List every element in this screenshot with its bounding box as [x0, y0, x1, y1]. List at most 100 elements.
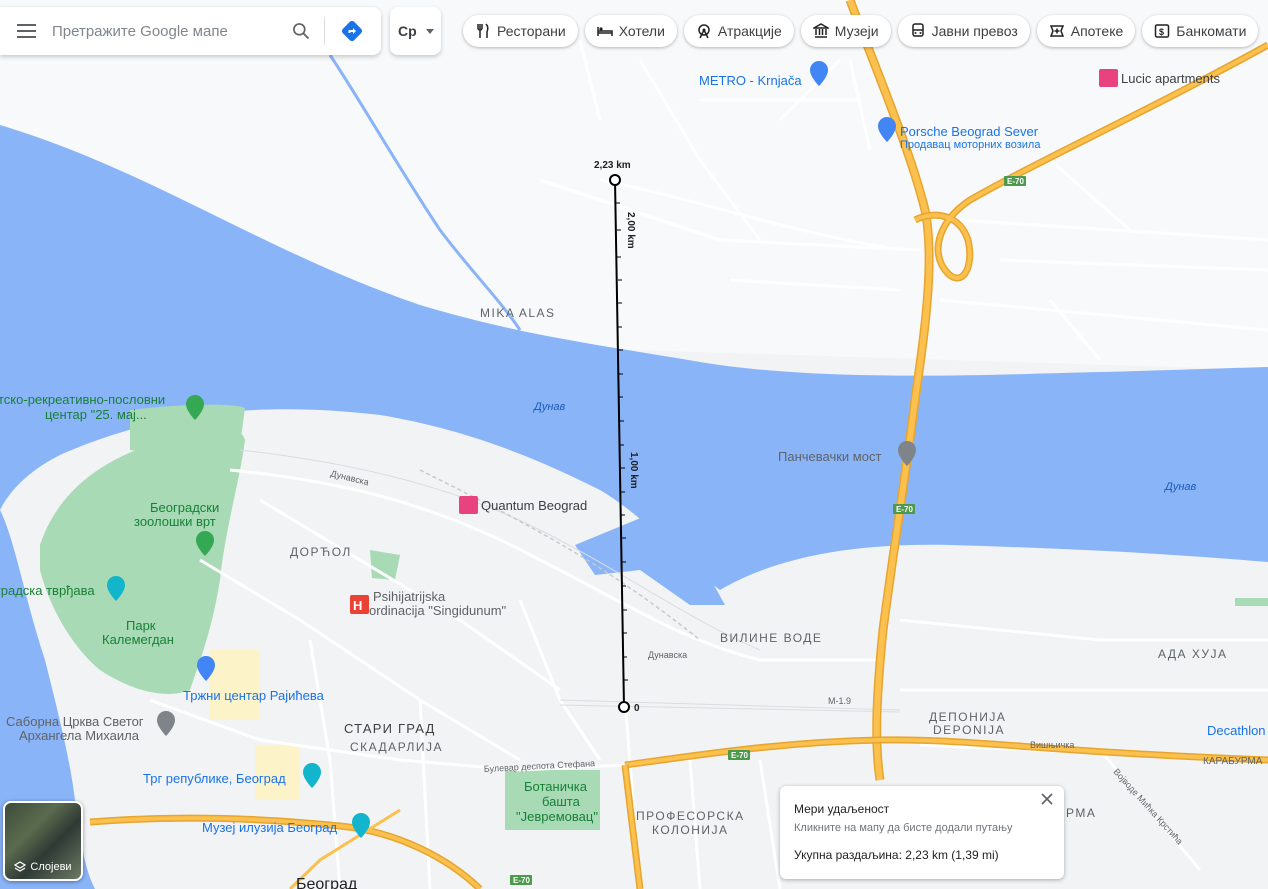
measure-end-label: 2,23 km	[594, 160, 631, 171]
highway-shield-e70: E-70	[728, 750, 750, 760]
svg-text:$: $	[1159, 27, 1164, 37]
svg-text:E-70: E-70	[513, 876, 530, 885]
search-icon[interactable]	[278, 7, 324, 55]
svg-text:Београдски: Београдски	[150, 500, 219, 515]
measure-end-point[interactable]	[609, 174, 621, 186]
street-label: КАРАБУРМА	[1203, 756, 1263, 767]
chip-label: Банкомати	[1176, 23, 1247, 39]
measure-start-point[interactable]	[618, 701, 630, 713]
poi-decathlon[interactable]: Decathlon	[1207, 723, 1266, 738]
measure-mid-label: 1,00 km	[628, 452, 639, 489]
street-label: Дунавска	[648, 650, 687, 660]
measure-card-hint: Кликните на мапу да бисте додали путању	[794, 822, 1013, 834]
poi-lucic-apartments[interactable]: Lucic apartments	[1099, 69, 1220, 87]
chip-label: Ресторани	[497, 23, 566, 39]
svg-text:E-70: E-70	[896, 505, 913, 514]
svg-text:H: H	[353, 598, 362, 613]
svg-text:E-70: E-70	[1007, 177, 1024, 186]
bed-icon	[1099, 69, 1118, 87]
ferris-wheel-icon	[698, 24, 710, 39]
svg-text:Калемегдан: Калемегдан	[102, 632, 174, 647]
chip-hotels[interactable]: Хотели	[584, 15, 677, 47]
svg-text:"Јевремовац": "Јевремовац"	[516, 809, 598, 824]
svg-text:Decathlon: Decathlon	[1207, 723, 1266, 738]
svg-text:ordinacija "Singidunum": ordinacija "Singidunum"	[369, 603, 507, 618]
highway-shield-e70: E-70	[1004, 176, 1026, 186]
measure-card-title: Мери удаљеност	[794, 802, 890, 816]
chip-restaurants[interactable]: Ресторани	[463, 15, 578, 47]
chip-pharmacies[interactable]: Апотеке	[1036, 15, 1136, 47]
menu-icon[interactable]	[0, 7, 52, 55]
chip-label: Хотели	[618, 23, 665, 39]
chip-label: Јавни превоз	[931, 23, 1018, 39]
svg-text:METRO - Krnjača: METRO - Krnjača	[699, 73, 802, 88]
svg-text:Парк: Парк	[126, 618, 156, 633]
measure-start-label: 0	[634, 703, 640, 714]
svg-text:центар "25. мај...: центар "25. мај...	[45, 407, 147, 422]
chip-label: Атракције	[717, 23, 782, 39]
svg-text:Porsche Beograd Sever: Porsche Beograd Sever	[900, 124, 1039, 139]
close-icon[interactable]	[1038, 790, 1056, 808]
chip-atms[interactable]: $ Банкомати	[1142, 15, 1259, 47]
svg-text:Панчевачки мост: Панчевачки мост	[778, 449, 881, 464]
svg-text:градска тврђава: градска тврђава	[0, 583, 95, 598]
district-label: ПРОФЕСОРСКА	[636, 809, 745, 823]
measure-distance-card: Мери удаљеност Кликните на мапу да бисте…	[780, 786, 1064, 879]
chevron-down-icon	[425, 28, 434, 34]
svg-text:E-70: E-70	[731, 751, 748, 760]
fork-knife-icon	[477, 23, 489, 38]
chip-label: Апотеке	[1070, 23, 1124, 39]
layers-icon	[14, 861, 27, 872]
bed-icon	[596, 27, 613, 36]
district-label: ДЕПОНИЈА	[929, 710, 1006, 724]
search-box	[0, 7, 381, 55]
svg-text:Lucic apartments: Lucic apartments	[1121, 71, 1220, 86]
street-label: Вишњичка	[1030, 740, 1074, 750]
district-label: ДОРЋОЛ	[290, 545, 352, 559]
svg-text:Музеј илузија Београд: Музеј илузија Београд	[202, 820, 338, 835]
language-label: Ср	[398, 23, 417, 39]
district-label: РМА	[1066, 806, 1096, 820]
category-chips: Ресторани Хотели Атракције Музеји Јавни …	[463, 15, 1259, 47]
highway-shield-e70: E-70	[510, 875, 532, 885]
svg-text:башта: башта	[542, 794, 581, 809]
city-label: Београд	[296, 876, 358, 889]
river-label: Дунав	[1163, 481, 1197, 493]
svg-text:Архангела Михаила: Архангела Михаила	[19, 728, 140, 743]
map-canvas[interactable]: 2,23 km 0 2,00 km 1,00 km E-70 E-70 E-70…	[0, 0, 1268, 889]
layers-label-row: Слојеви	[5, 861, 81, 873]
museum-icon	[812, 23, 829, 38]
chip-attractions[interactable]: Атракције	[683, 15, 794, 47]
svg-text:Продавац моторних возила: Продавац моторних возила	[900, 139, 1041, 151]
bus-icon	[911, 23, 924, 37]
highway-shield-e70: E-70	[893, 504, 915, 514]
svg-text:Quantum Beograd: Quantum Beograd	[481, 498, 587, 513]
measure-card-total: Укупна раздаљина: 2,23 km (1,39 mi)	[794, 848, 999, 862]
svg-text:Саборна Црква Светог: Саборна Црква Светог	[6, 714, 144, 729]
layers-button[interactable]: Слојеви	[3, 801, 83, 881]
chip-transit[interactable]: Јавни превоз	[897, 15, 1030, 47]
svg-text:Трг републике, Београд: Трг републике, Београд	[143, 771, 286, 786]
svg-text:тско-рекреативно-пословни: тско-рекреативно-пословни	[0, 392, 165, 407]
chip-label: Музеји	[834, 23, 879, 39]
district-label: АДА ХУЈА	[1158, 647, 1228, 661]
language-selector[interactable]: Ср	[390, 7, 441, 55]
river-label: Дунав	[532, 401, 566, 413]
atm-icon: $	[1155, 24, 1170, 38]
svg-text:зоолошки врт: зоолошки врт	[134, 514, 216, 529]
measure-top-label: 2,00 km	[625, 212, 636, 249]
district-label: СТАРИ ГРАД	[344, 721, 436, 736]
district-label: ВИЛИНЕ ВОДЕ	[720, 631, 822, 645]
chip-museums[interactable]: Музеји	[800, 15, 891, 47]
district-label: КОЛОНИЈА	[652, 823, 729, 837]
bed-icon	[459, 496, 478, 514]
district-label: DEPONIJA	[933, 723, 1005, 737]
district-label: СКАДАРЛИЈА	[350, 740, 443, 754]
search-input[interactable]	[52, 11, 278, 51]
svg-text:Ботаничка: Ботаничка	[524, 779, 588, 794]
pharmacy-icon	[1049, 25, 1064, 37]
svg-text:Psihijatrijska: Psihijatrijska	[373, 589, 446, 604]
street-label: M-1.9	[828, 696, 851, 706]
svg-text:Тржни центар Рајићева: Тржни центар Рајићева	[183, 688, 325, 703]
directions-icon[interactable]	[325, 7, 379, 55]
